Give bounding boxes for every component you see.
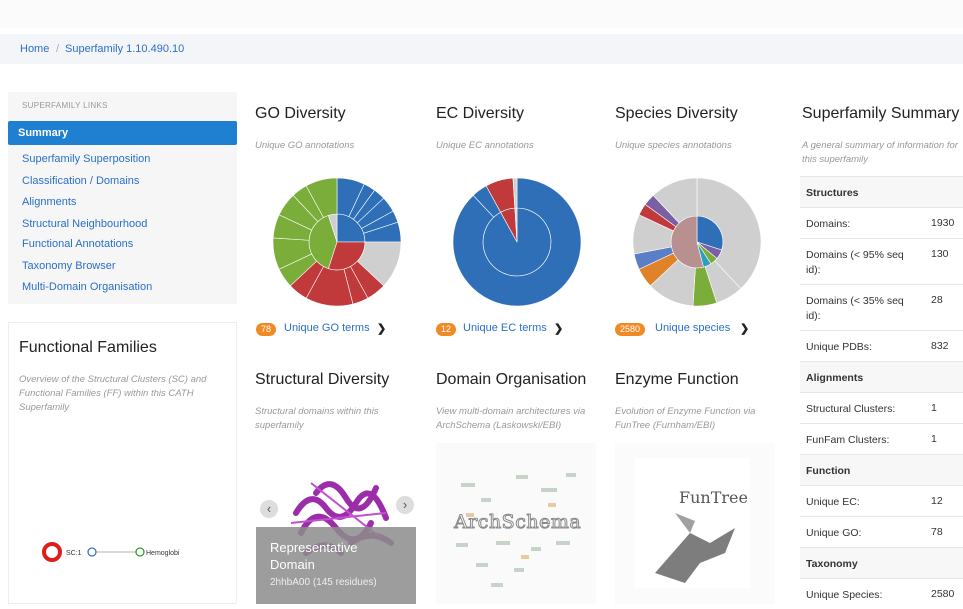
representative-domain-carousel[interactable]: Representative Domain 2hhbA00 (145 resid… (256, 443, 416, 604)
summary-section-label: Structures (806, 187, 859, 199)
summary-value: 832 (931, 340, 949, 352)
summary-label: Domains (< 35% seq id): (806, 295, 904, 322)
sidebar-item-taxonomy-browser[interactable]: Taxonomy Browser (22, 260, 116, 272)
species-chevron-icon: ❯ (740, 323, 750, 335)
unique-species-link[interactable]: Unique species (655, 322, 730, 334)
sidebar-item-classification[interactable]: Classification / Domains (22, 175, 139, 187)
species-diversity-title: Species Diversity (615, 105, 738, 122)
domain-organisation-description: View multi-domain architectures via Arch… (436, 406, 586, 431)
summary-value: 78 (931, 526, 943, 538)
structural-diversity-title: Structural Diversity (255, 371, 390, 388)
sidebar-item-superposition[interactable]: Superfamily Superposition (22, 153, 150, 165)
archschema-thumbnail[interactable]: ArchSchema (436, 443, 596, 604)
archschema-logo-text: ArchSchema (453, 511, 582, 534)
go-chevron-icon: ❯ (377, 323, 387, 335)
functional-families-description: Overview of the Structural Clusters (SC)… (19, 374, 207, 413)
breadcrumb-separator: / (56, 43, 60, 55)
summary-value: 1930 (931, 217, 955, 229)
ff-node-label: Hemoglobi (146, 550, 180, 557)
ec-count-badge: 12 (436, 323, 457, 336)
go-diversity-description: Unique GO annotations (255, 140, 355, 151)
summary-section-alignments: Alignments (800, 361, 963, 392)
unique-go-terms-link[interactable]: Unique GO terms (284, 322, 370, 334)
carousel-prev-button[interactable]: ‹ (260, 500, 278, 518)
summary-label: Domains (< 95% seq id): (806, 249, 904, 276)
ec-chevron-icon: ❯ (554, 323, 564, 335)
summary-section-label: Taxonomy (806, 558, 858, 570)
summary-label: Unique Species: (806, 589, 883, 601)
summary-row-domains-35: Domains (< 35% seq id): 28 (800, 284, 963, 330)
enzyme-function-title: Enzyme Function (615, 371, 739, 388)
summary-label: Structural Clusters: (806, 403, 896, 415)
breadcrumb: Home / Superfamily 1.10.490.10 (0, 34, 963, 64)
ec-sunburst-chart[interactable] (447, 172, 587, 312)
summary-row-domains: Domains: 1930 (800, 207, 963, 238)
summary-section-taxonomy: Taxonomy (800, 547, 963, 578)
summary-label: FunFam Clusters: (806, 434, 890, 446)
functional-families-panel: Functional Families Overview of the Stru… (8, 322, 237, 604)
functional-families-title: Functional Families (19, 339, 157, 356)
sidebar-item-alignments[interactable]: Alignments (22, 196, 76, 208)
summary-row-unique-ec: Unique EC: 12 (800, 485, 963, 516)
funtree-thumbnail[interactable]: FunTree (615, 443, 775, 604)
unique-ec-terms-link[interactable]: Unique EC terms (463, 322, 547, 334)
summary-row-unique-species: Unique Species: 2580 (800, 578, 963, 609)
representative-domain-label: Representative Domain (270, 540, 358, 572)
sidebar-item-structural-neighbourhood[interactable]: Structural Neighbourhood (22, 218, 147, 230)
sc-node-icon[interactable] (42, 542, 62, 562)
summary-value: 130 (931, 248, 949, 260)
enzyme-function-description: Evolution of Enzyme Function via FunTree… (615, 406, 756, 431)
summary-label: Domains: (806, 218, 851, 230)
representative-domain-caption: Representative Domain 2hhbA00 (145 resid… (256, 527, 416, 604)
summary-label: Unique PDBs: (806, 341, 872, 353)
breadcrumb-current[interactable]: Superfamily 1.10.490.10 (65, 43, 184, 55)
summary-section-label: Function (806, 465, 851, 477)
summary-value: 12 (931, 495, 943, 507)
species-sunburst-chart[interactable] (627, 172, 767, 312)
superfamily-links-sidebar: SUPERFAMILY LINKS Summary Superfamily Su… (8, 92, 237, 304)
summary-row-domains-95: Domains (< 95% seq id): 130 (800, 238, 963, 284)
summary-section-function: Function (800, 454, 963, 485)
funtree-leaf-image (655, 513, 735, 583)
ff-node-icon[interactable] (135, 547, 145, 557)
summary-label: Unique EC: (806, 496, 860, 508)
summary-row-structural-clusters: Structural Clusters: 1 (800, 392, 963, 423)
summary-value: 28 (931, 294, 943, 306)
ec-diversity-description: Unique EC annotations (436, 140, 534, 151)
summary-value: 2580 (931, 588, 955, 600)
top-strip (0, 0, 963, 28)
breadcrumb-home-link[interactable]: Home (20, 43, 49, 55)
summary-row-unique-go: Unique GO: 78 (800, 516, 963, 547)
ec-diversity-title: EC Diversity (436, 105, 525, 122)
domain-organisation-title: Domain Organisation (436, 371, 587, 388)
carousel-next-button[interactable]: › (396, 496, 414, 514)
sc-node-label: SC:1 (66, 550, 82, 557)
sidebar-item-summary[interactable]: Summary (8, 121, 237, 145)
summary-section-structures: Structures (800, 176, 963, 207)
superfamily-summary-title: Superfamily Summary (802, 105, 960, 122)
summary-value: 1 (931, 402, 937, 414)
go-count-badge: 78 (256, 323, 277, 336)
representative-domain-sub: 2hhbA00 (145 residues) (270, 577, 377, 588)
summary-row-funfam-clusters: FunFam Clusters: 1 (800, 423, 963, 454)
sidebar-heading: SUPERFAMILY LINKS (22, 101, 108, 110)
superfamily-summary-description: A general summary of information for thi… (802, 140, 958, 165)
sidebar-item-multi-domain[interactable]: Multi-Domain Organisation (22, 281, 152, 293)
summary-table: Structures Domains: 1930 Domains (< 95% s… (800, 176, 963, 609)
summary-value: 1 (931, 433, 937, 445)
go-sunburst-chart[interactable] (267, 172, 407, 312)
go-diversity-title: GO Diversity (255, 105, 346, 122)
species-diversity-description: Unique species annotations (615, 140, 732, 151)
summary-label: Unique GO: (806, 527, 862, 539)
summary-row-pdbs: Unique PDBs: 832 (800, 330, 963, 361)
species-count-badge: 2580 (615, 323, 646, 336)
sc-small-node-icon[interactable] (87, 547, 97, 557)
summary-section-label: Alignments (806, 372, 864, 384)
functional-families-graph[interactable]: SC:1 Hemoglobi (9, 533, 238, 593)
sidebar-item-functional-annotations[interactable]: Functional Annotations (22, 238, 133, 250)
structural-diversity-description: Structural domains within this superfami… (255, 406, 379, 431)
